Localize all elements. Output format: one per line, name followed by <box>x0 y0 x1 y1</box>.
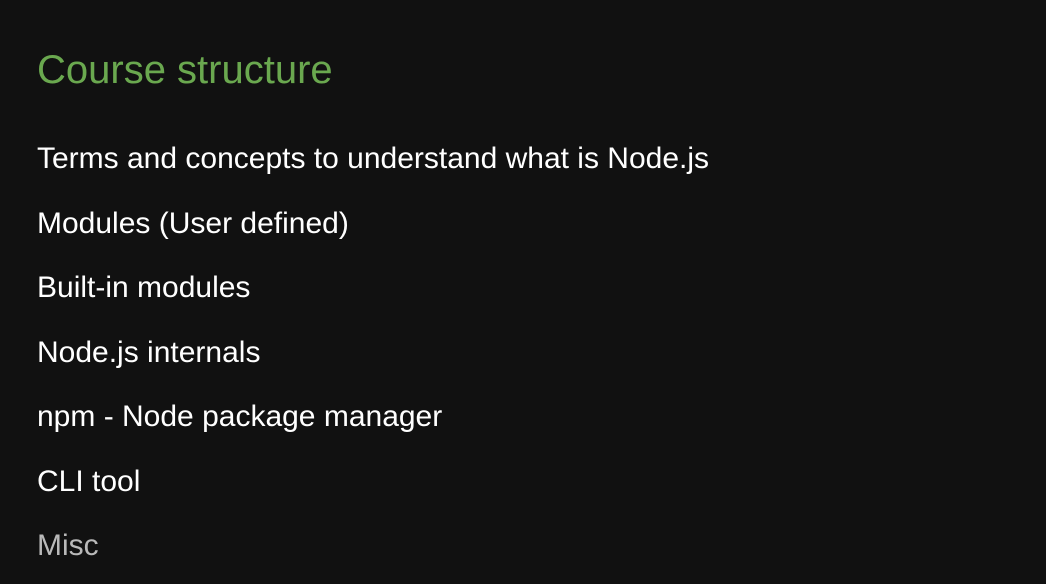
topic-item: Modules (User defined) <box>37 206 349 240</box>
topic-item: CLI tool <box>37 464 141 498</box>
topic-item: Misc <box>37 529 99 562</box>
topic-item: Terms and concepts to understand what is… <box>37 142 710 175</box>
topic-item: Built-in modules <box>37 271 251 304</box>
topic-item: npm - Node package manager <box>37 400 443 433</box>
topic-item: Node.js internals <box>37 335 261 369</box>
slide-title: Course structure <box>37 48 333 92</box>
course-topic-list: Terms and concepts to understand what is… <box>37 138 709 584</box>
slide: Course structure Terms and concepts to u… <box>0 0 1046 584</box>
